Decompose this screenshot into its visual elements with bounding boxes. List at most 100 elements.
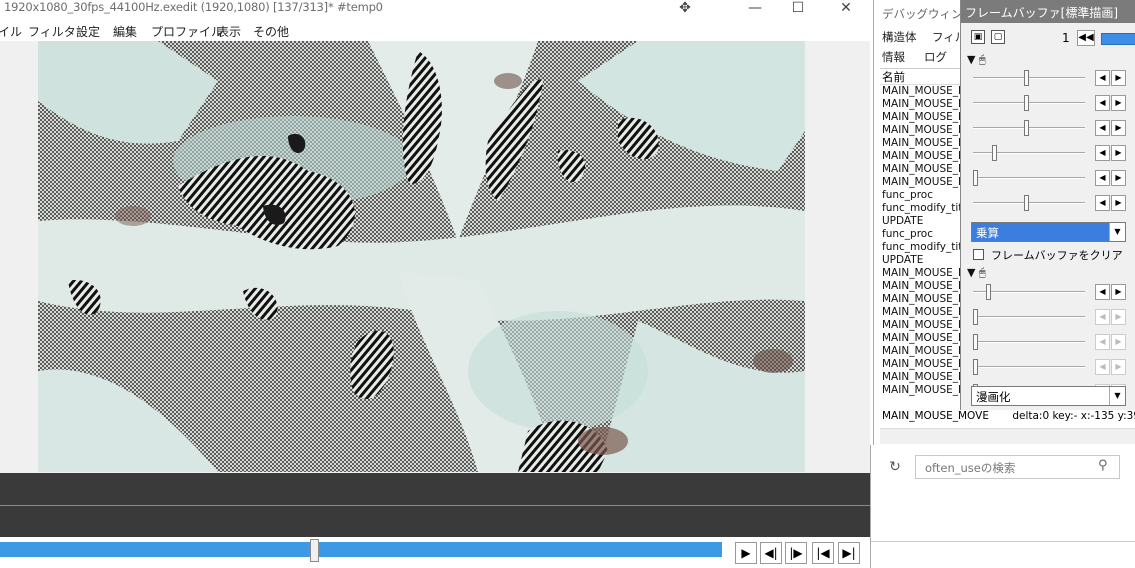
slider-track[interactable] [973, 366, 1085, 368]
collapse-icon[interactable]: ▼ [967, 53, 975, 66]
slider-thumb[interactable] [1024, 120, 1029, 136]
decrement-button[interactable]: ◀ [1095, 145, 1110, 161]
slider-thumb[interactable] [973, 359, 978, 375]
slider-thumb[interactable] [1024, 195, 1029, 211]
increment-button[interactable]: ▶ [1111, 284, 1126, 300]
last-frame-button[interactable]: ▶| [838, 542, 860, 564]
layer-color-bar[interactable] [1101, 33, 1135, 45]
slider-track[interactable] [973, 177, 1085, 179]
preview-frame[interactable] [38, 41, 805, 472]
clear-framebuffer-checkbox[interactable]: フレームバッファをクリア [973, 247, 1133, 263]
log-row-last[interactable]: MAIN_MOUSE_MOVE delta:0 key:- x:-135 y:3… [880, 410, 1135, 424]
decrement-button[interactable]: ◀ [1095, 334, 1110, 350]
chevron-down-icon[interactable]: ▼ [1109, 387, 1125, 405]
decrement-button[interactable]: ◀ [1095, 170, 1110, 186]
menu-file[interactable]: イル [0, 23, 22, 40]
decrement-button[interactable]: ◀ [1095, 70, 1110, 86]
frame-buffer-toolbar: ▣ ▢ 1 ◀◀ [961, 27, 1135, 53]
menu-view[interactable]: 表示 [217, 23, 241, 40]
increment-button[interactable]: ▶ [1111, 334, 1126, 350]
slider-thumb[interactable] [1024, 70, 1029, 86]
decrement-button[interactable]: ◀ [1095, 95, 1110, 111]
divider [871, 541, 1135, 542]
slider-track[interactable] [973, 77, 1085, 79]
checkbox-box[interactable] [973, 249, 984, 260]
chevron-down-icon[interactable]: ▼ [1109, 223, 1125, 241]
close-button[interactable]: ✕ [826, 0, 866, 20]
parameter-slider[interactable]: ◀▶ [961, 166, 1135, 191]
parameter-slider[interactable]: ◀▶ [961, 116, 1135, 141]
frame-icon[interactable]: ▢ [991, 30, 1005, 44]
slider-track[interactable] [973, 127, 1085, 129]
log-row-name: MAIN_MOUSE_MOVE [882, 410, 989, 422]
preview-image [38, 41, 805, 472]
minimize-button[interactable]: — [735, 0, 775, 20]
layer-number: 1 [1062, 31, 1070, 45]
refresh-icon[interactable]: ↻ [885, 459, 905, 479]
frame-buffer-title: フレームバッファ[標準描画] [961, 0, 1135, 23]
decrement-button[interactable]: ◀ [1095, 195, 1110, 211]
move-icon[interactable]: ✥ [665, 0, 705, 20]
section2-header[interactable]: ▼ 🖱︎ [967, 266, 986, 280]
decrement-button[interactable]: ◀ [1095, 359, 1110, 375]
blend-mode-select[interactable]: 乗算 ▼ [971, 222, 1126, 242]
parameter-slider[interactable]: ◀▶ [961, 66, 1135, 91]
tab-info[interactable]: 情報 [882, 49, 905, 65]
next-frame-button[interactable]: |▶ [785, 542, 807, 564]
menu-settings[interactable]: 設定 [76, 23, 100, 40]
slider-thumb[interactable] [973, 334, 978, 350]
section1-header[interactable]: ▼ 🖱︎ [967, 53, 986, 67]
slider-track[interactable] [973, 341, 1085, 343]
slider-thumb[interactable] [1024, 95, 1029, 111]
parameter-slider[interactable]: ◀▶ [961, 141, 1135, 166]
tab-log[interactable]: ログ [924, 49, 947, 65]
seek-thumb[interactable] [310, 539, 319, 562]
decrement-button[interactable]: ◀ [1095, 309, 1110, 325]
log-horizontal-scrollbar[interactable] [880, 428, 1135, 444]
increment-button[interactable]: ▶ [1111, 70, 1126, 86]
menu-edit[interactable]: 編集 [113, 23, 137, 40]
effect-select[interactable]: 漫画化 ▼ [971, 386, 1126, 406]
increment-button[interactable]: ▶ [1111, 145, 1126, 161]
slider-thumb[interactable] [992, 145, 997, 161]
increment-button[interactable]: ▶ [1111, 359, 1126, 375]
maximize-button[interactable]: ☐ [778, 0, 818, 20]
blend-mode-value: 乗算 [976, 226, 999, 240]
main-window: 1920x1080_30fps_44100Hz.exedit (1920,108… [0, 0, 870, 568]
first-frame-button[interactable]: |◀ [812, 542, 834, 564]
log-row-detail: delta:0 key:- x:-135 y:39 [1012, 410, 1135, 422]
search-panel: ↻ often_useの検索 ⚲ [870, 445, 1135, 568]
parameter-slider[interactable]: ◀▶ [961, 191, 1135, 216]
decrement-button[interactable]: ◀ [1095, 120, 1110, 136]
parameter-slider[interactable]: ◀▶ [961, 305, 1135, 330]
slider-thumb[interactable] [973, 170, 978, 186]
seek-track[interactable] [0, 542, 722, 557]
decrement-button[interactable]: ◀ [1095, 284, 1110, 300]
search-input[interactable]: often_useの検索 ⚲ [915, 455, 1120, 479]
parameter-slider[interactable]: ◀▶ [961, 280, 1135, 305]
increment-button[interactable]: ▶ [1111, 95, 1126, 111]
increment-button[interactable]: ▶ [1111, 170, 1126, 186]
parameter-slider[interactable]: ◀▶ [961, 355, 1135, 380]
slider-thumb[interactable] [986, 284, 991, 300]
camera-icon[interactable]: ▣ [971, 30, 985, 44]
collapse-icon[interactable]: ▼ [967, 266, 975, 279]
increment-button[interactable]: ▶ [1111, 309, 1126, 325]
slider-track[interactable] [973, 102, 1085, 104]
slider-track[interactable] [973, 152, 1085, 154]
menu-other[interactable]: その他 [253, 23, 289, 40]
play-button[interactable]: ▶ [735, 542, 757, 564]
parameter-slider[interactable]: ◀▶ [961, 91, 1135, 116]
slider-track[interactable] [973, 316, 1085, 318]
increment-button[interactable]: ▶ [1111, 195, 1126, 211]
search-icon[interactable]: ⚲ [1098, 458, 1108, 473]
slider-track[interactable] [973, 202, 1085, 204]
increment-button[interactable]: ▶ [1111, 120, 1126, 136]
parameter-slider[interactable]: ◀▶ [961, 330, 1135, 355]
menu-filter[interactable]: フィルタ [28, 23, 76, 40]
rewind-button[interactable]: ◀◀ [1077, 30, 1095, 46]
menu-profile[interactable]: プロファイル [151, 23, 223, 40]
slider-thumb[interactable] [973, 309, 978, 325]
prev-frame-button[interactable]: ◀| [760, 542, 782, 564]
tab-struct[interactable]: 構造体 [882, 29, 917, 45]
